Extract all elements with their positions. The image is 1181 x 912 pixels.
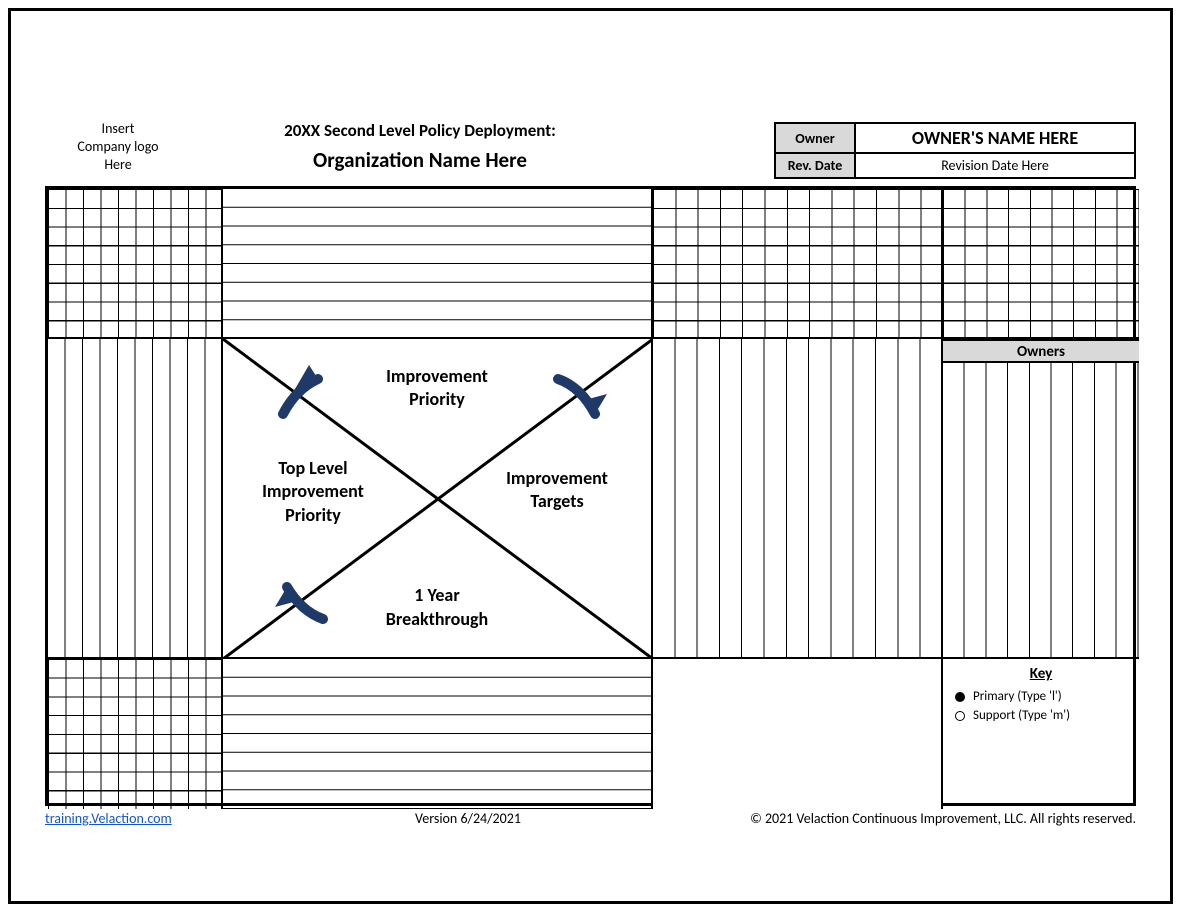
x-matrix-frame: ImprovementPriority ImprovementTargets 1… <box>45 186 1136 806</box>
x-matrix-center: ImprovementPriority ImprovementTargets 1… <box>223 339 653 659</box>
grid-bottom-left[interactable] <box>48 659 223 809</box>
owner-table: Owner OWNER'S NAME HERE Rev. Date Revisi… <box>774 122 1136 179</box>
title-block: 20XX Second Level Policy Deployment: Org… <box>200 120 640 173</box>
footer-copyright: © 2021 Velaction Continuous Improvement,… <box>750 810 1136 827</box>
improvement-priority-list[interactable] <box>223 189 653 339</box>
footer-link[interactable]: training.Velaction.com <box>45 810 172 827</box>
key-support-row: Support (Type 'm') <box>955 708 1127 723</box>
grid-top-c[interactable] <box>653 189 943 339</box>
x-label-top: ImprovementPriority <box>223 365 651 412</box>
open-circle-icon <box>955 711 965 721</box>
x-label-right: ImprovementTargets <box>477 467 637 514</box>
filled-circle-icon <box>955 692 965 702</box>
key-primary-row: Primary (Type 'l') <box>955 689 1127 704</box>
top-level-priority-correlation[interactable] <box>48 339 223 659</box>
breakthrough-list[interactable] <box>223 659 653 809</box>
key-support-label: Support (Type 'm') <box>973 708 1070 723</box>
key-primary-label: Primary (Type 'l') <box>973 689 1062 704</box>
revdate-value[interactable]: Revision Date Here <box>855 153 1135 178</box>
x-label-left: Top LevelImprovementPriority <box>233 457 393 527</box>
owner-value[interactable]: OWNER'S NAME HERE <box>855 123 1135 153</box>
blank-cell <box>653 659 943 809</box>
logo-placeholder: InsertCompany logoHere <box>48 120 188 175</box>
owners-header: Owners <box>943 339 1139 363</box>
title-line-1: 20XX Second Level Policy Deployment: <box>200 120 640 141</box>
footer: training.Velaction.com Version 6/24/2021… <box>45 810 1136 827</box>
owner-label: Owner <box>775 123 855 153</box>
revdate-label: Rev. Date <box>775 153 855 178</box>
title-line-2: Organization Name Here <box>200 147 640 173</box>
key-box: Key Primary (Type 'l') Support (Type 'm'… <box>943 659 1139 809</box>
key-title: Key <box>955 665 1127 683</box>
x-label-bottom: 1 YearBreakthrough <box>223 584 651 631</box>
footer-version: Version 6/24/2021 <box>415 810 521 827</box>
improvement-targets-correlation[interactable] <box>653 339 943 659</box>
grid-top-left[interactable] <box>48 189 223 339</box>
owners-column[interactable]: Owners <box>943 339 1139 659</box>
grid-top-right[interactable] <box>943 189 1139 339</box>
